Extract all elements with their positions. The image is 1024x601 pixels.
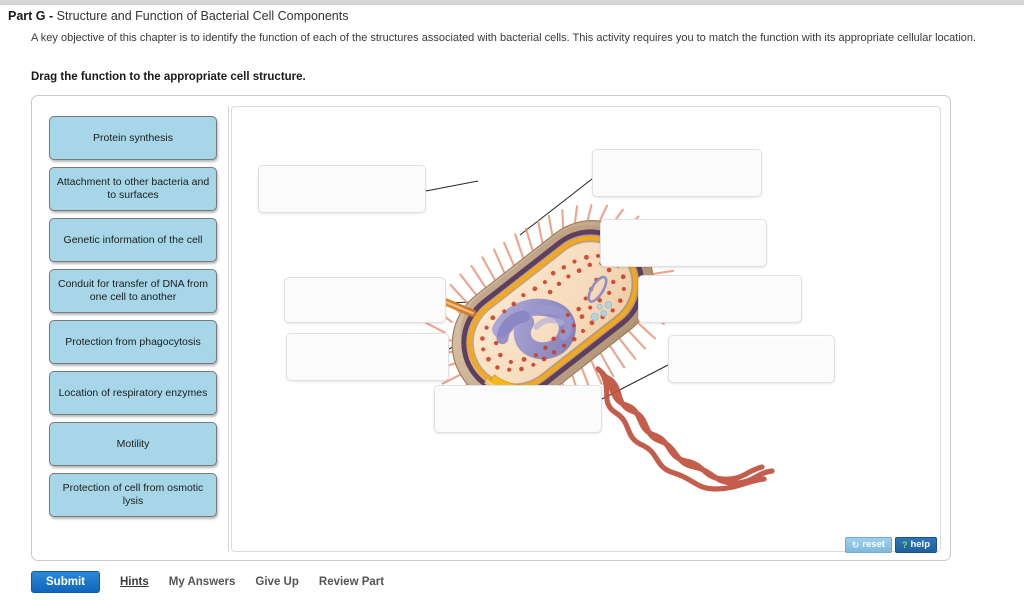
dropzone[interactable] (592, 149, 762, 197)
dropzone[interactable] (434, 385, 602, 433)
reset-button[interactable]: ↻ reset (844, 537, 892, 553)
help-button[interactable]: ? help (894, 537, 937, 553)
bank-item[interactable]: Protection from phagocytosis (49, 320, 217, 364)
answer-bank: Protein synthesis Attachment to other ba… (49, 116, 219, 524)
circular-arrow-icon: ↻ (851, 540, 860, 550)
diagram-canvas (231, 106, 941, 552)
dropzone[interactable] (286, 333, 449, 381)
dropzone[interactable] (284, 277, 446, 323)
dropzone[interactable] (668, 335, 835, 383)
bank-item[interactable]: Attachment to other bacteria and to surf… (49, 167, 217, 211)
bank-item[interactable]: Conduit for transfer of DNA from one cel… (49, 269, 217, 313)
bank-item[interactable]: Motility (49, 422, 217, 466)
top-strip (0, 0, 1024, 5)
page-title: Part G - Structure and Function of Bacte… (8, 8, 348, 24)
dropzone[interactable] (600, 219, 767, 267)
bank-item[interactable]: Protection of cell from osmotic lysis (49, 473, 217, 517)
submit-button[interactable]: Submit (31, 571, 100, 593)
part-label: Part G (8, 9, 46, 23)
question-mark-icon: ? (901, 540, 908, 550)
review-part-link[interactable]: Review Part (319, 576, 384, 588)
bank-item[interactable]: Genetic information of the cell (49, 218, 217, 262)
tool-buttons: ↻ reset ? help (844, 537, 937, 553)
reset-button-label: reset (862, 539, 885, 550)
my-answers-link[interactable]: My Answers (169, 576, 236, 588)
help-button-label: help (910, 539, 930, 550)
activity-panel: Protein synthesis Attachment to other ba… (31, 95, 951, 561)
hints-link[interactable]: Hints (120, 576, 149, 588)
bank-item[interactable]: Protein synthesis (49, 116, 217, 160)
panel-divider (228, 106, 229, 552)
part-title-text: Structure and Function of Bacterial Cell… (56, 9, 349, 23)
dropzone[interactable] (638, 275, 802, 323)
part-dash: - (49, 9, 54, 23)
action-bar: Submit Hints My Answers Give Up Review P… (31, 571, 384, 593)
dropzone[interactable] (258, 165, 426, 213)
intro-paragraph: A key objective of this chapter is to id… (31, 32, 977, 44)
bank-item[interactable]: Location of respiratory enzymes (49, 371, 217, 415)
give-up-link[interactable]: Give Up (255, 576, 298, 588)
instruction-text: Drag the function to the appropriate cel… (31, 71, 306, 83)
